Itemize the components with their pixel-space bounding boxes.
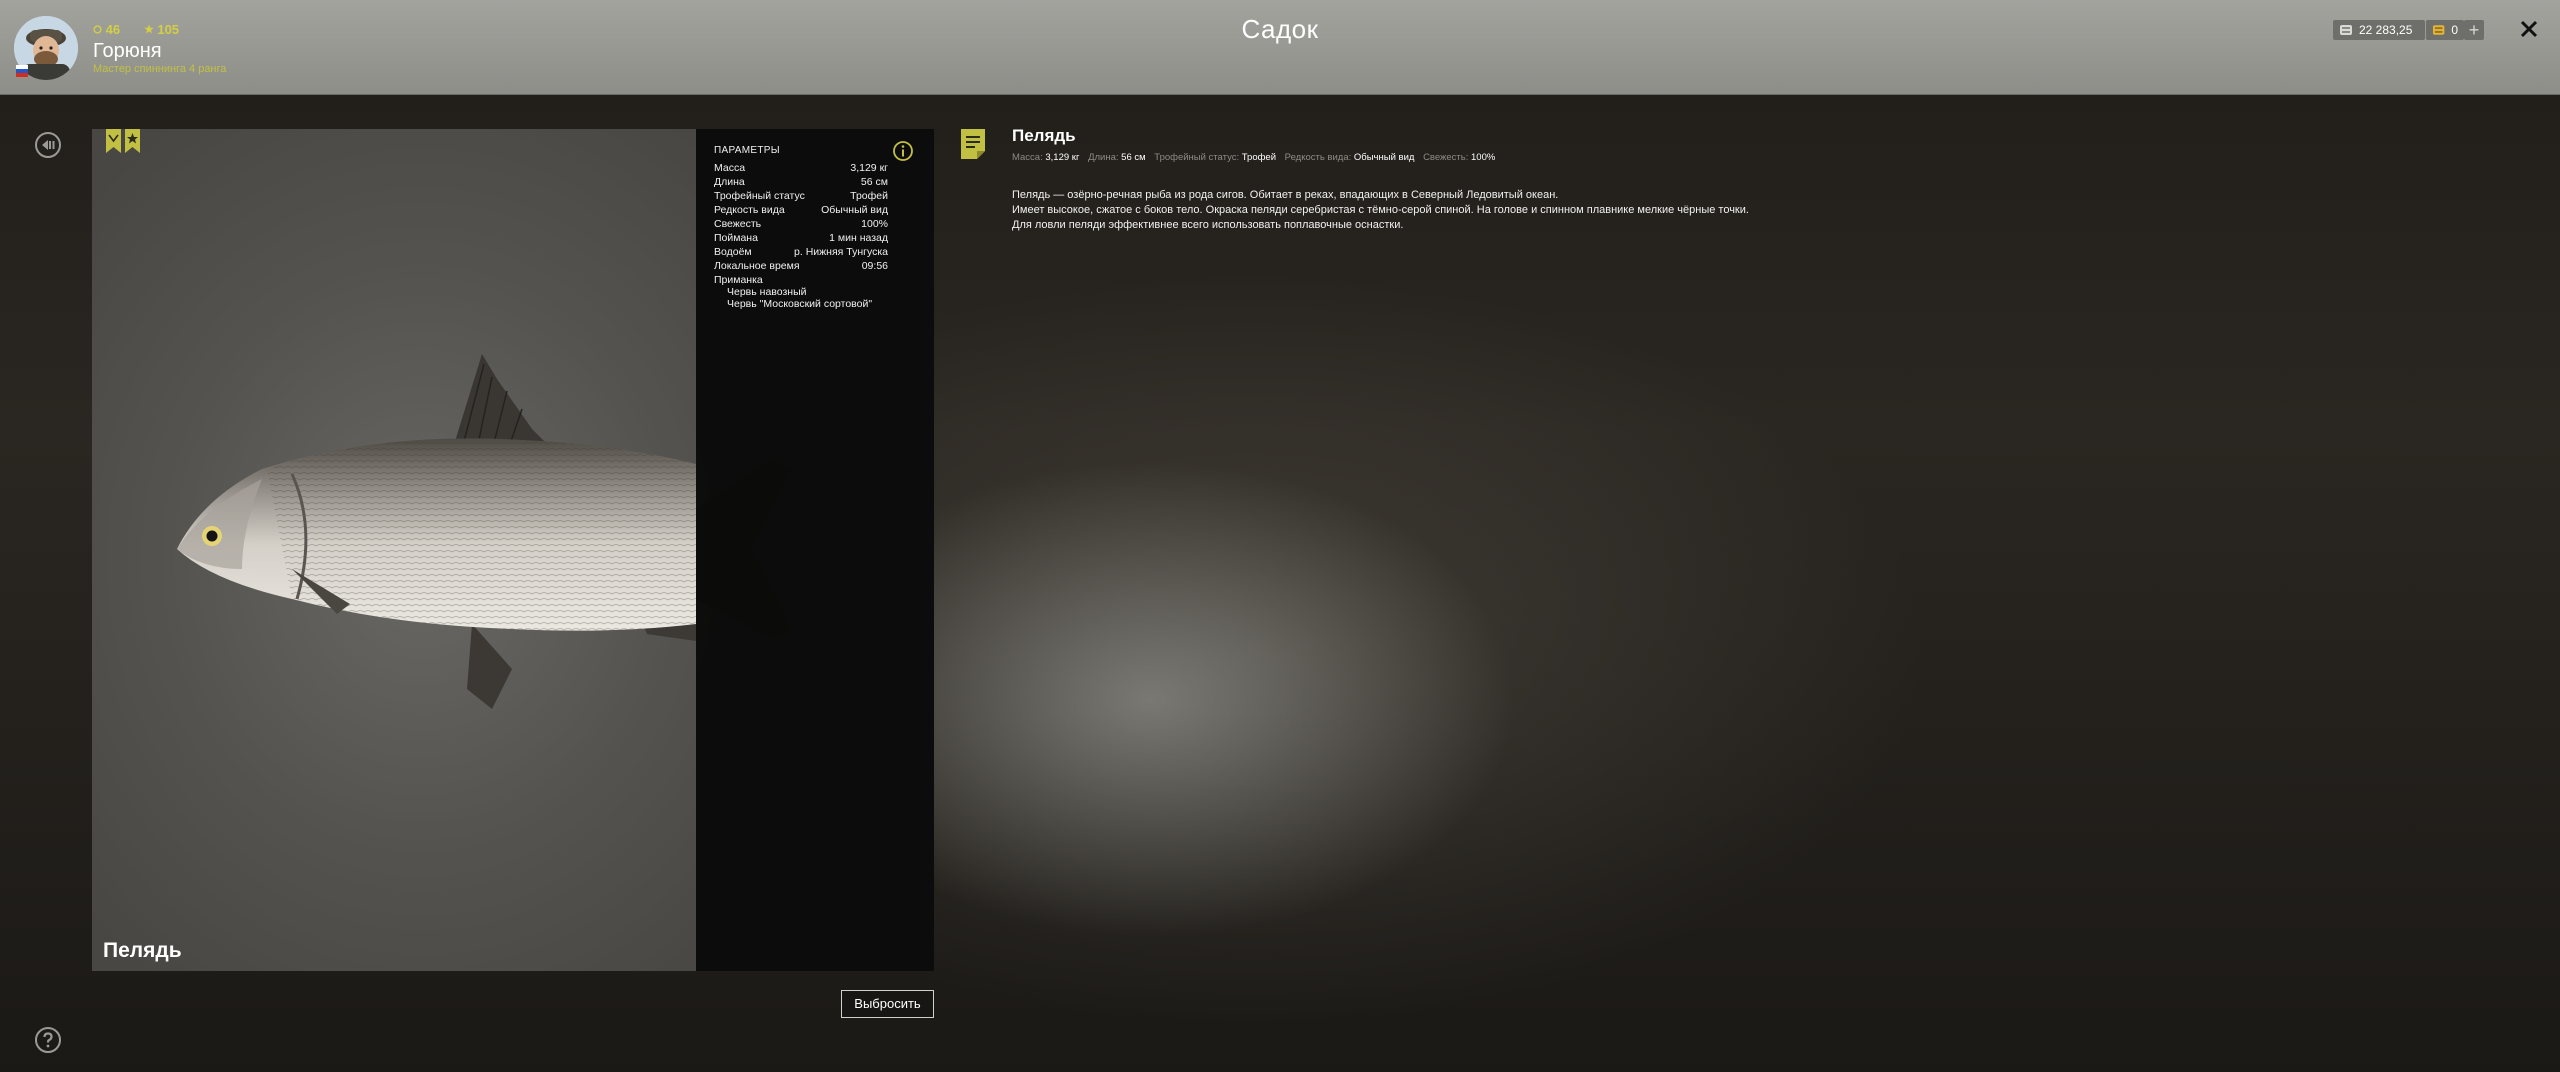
bait-item: Червь "Московский сортовой": [727, 298, 873, 310]
meta-value: Обычный вид: [1353, 152, 1415, 163]
top-bar: 46 105 Горюня Мастер спиннинга 4 ранга С…: [0, 0, 2560, 95]
param-row-rarity: Редкость вида Обычный вид: [714, 204, 888, 216]
russia-flag-icon: [16, 64, 28, 77]
param-value: 09:56: [861, 260, 888, 272]
param-label: Свежесть: [714, 218, 762, 230]
param-value: Обычный вид: [821, 204, 888, 216]
description-line: Пелядь — озёрно-речная рыба из рода сиго…: [1012, 189, 1559, 201]
bait-item: Червь навозный: [727, 286, 807, 298]
help-icon: [35, 1027, 61, 1053]
gold-coins-icon: [2432, 25, 2445, 35]
description-line: Имеет высокое, сжатое с боков тело. Окра…: [1012, 204, 1749, 216]
param-row-caught: Поймана 1 мин назад: [714, 232, 888, 244]
silver-coins-icon: [2340, 25, 2352, 35]
info-icon: [893, 141, 913, 161]
param-row-freshness: Свежесть 100%: [714, 218, 888, 230]
trophy-badges: [104, 129, 144, 160]
player-rank: Мастер спиннинга 4 ранга: [93, 63, 227, 75]
description-title: Пелядь: [1012, 126, 1076, 145]
help-button[interactable]: [34, 1026, 62, 1054]
trophy-ribbon-icon: [106, 129, 140, 153]
meta-key: Масса:: [1012, 152, 1043, 163]
meta-value: 100%: [1471, 152, 1496, 163]
silver-balance[interactable]: 22 283,25: [2333, 20, 2425, 40]
back-button[interactable]: [34, 131, 62, 159]
note-icon: [961, 129, 985, 159]
param-label: Водоём: [714, 246, 752, 258]
param-row-length: Длина 56 см: [714, 176, 888, 188]
meta-value: Трофей: [1241, 152, 1277, 163]
fish-name: Пелядь: [103, 939, 182, 962]
description-line: Для ловли пеляди эффективнее всего испол…: [1012, 219, 1404, 231]
param-value: р. Нижняя Тунгуска: [794, 246, 888, 258]
gold-balance[interactable]: 0: [2426, 20, 2464, 40]
bait-label: Приманка: [714, 274, 763, 286]
param-value: Трофей: [850, 190, 888, 202]
discard-button[interactable]: Выбросить: [841, 990, 934, 1018]
param-value: 100%: [861, 218, 888, 230]
meta-value: 56 см: [1121, 152, 1146, 163]
page-title: Садок: [1241, 14, 1319, 44]
param-row-mass: Масса 3,129 кг: [714, 162, 888, 174]
add-currency-button[interactable]: +: [2464, 20, 2484, 40]
param-label: Трофейный статус: [714, 190, 805, 202]
param-label: Длина: [714, 176, 745, 188]
silver-value: 22 283,25: [2359, 23, 2413, 37]
close-icon: [2520, 20, 2538, 38]
param-value: 56 см: [860, 176, 888, 188]
description-text: Пелядь — озёрно-речная рыба из рода сиго…: [1012, 188, 1749, 233]
param-label: Поймана: [714, 232, 758, 244]
info-button[interactable]: [892, 140, 914, 162]
param-value: 3,129 кг: [850, 162, 888, 174]
param-label: Локальное время: [714, 260, 800, 272]
meta-key: Длина:: [1088, 152, 1119, 163]
meta-key: Редкость вида:: [1284, 152, 1352, 163]
plus-icon: +: [2468, 20, 2480, 40]
description-meta: Масса: 3,129 кг Длина: 56 см Трофейный с…: [1012, 152, 1501, 163]
gold-value: 0: [2451, 23, 2458, 37]
parameters-panel: ПАРАМЕТРЫ Масса 3,129 кг Длина 56 см Тро…: [696, 129, 934, 971]
param-row-waterbody: Водоём р. Нижняя Тунгуска: [714, 246, 888, 258]
close-button[interactable]: [2518, 18, 2540, 40]
meta-value: 3,129 кг: [1045, 152, 1080, 163]
param-row-local-time: Локальное время 09:56: [714, 260, 888, 272]
back-arrow-icon: [35, 132, 61, 158]
meta-key: Трофейный статус:: [1154, 152, 1240, 163]
param-row-trophy-status: Трофейный статус Трофей: [714, 190, 888, 202]
fish-card: Пелядь ПАРАМЕТРЫ Масса 3,129 кг Длина 56…: [92, 129, 934, 971]
param-label: Масса: [714, 162, 746, 174]
parameters-title: ПАРАМЕТРЫ: [714, 145, 780, 156]
param-value: 1 мин назад: [829, 232, 888, 244]
meta-key: Свежесть:: [1423, 152, 1469, 163]
param-label: Редкость вида: [714, 204, 785, 216]
